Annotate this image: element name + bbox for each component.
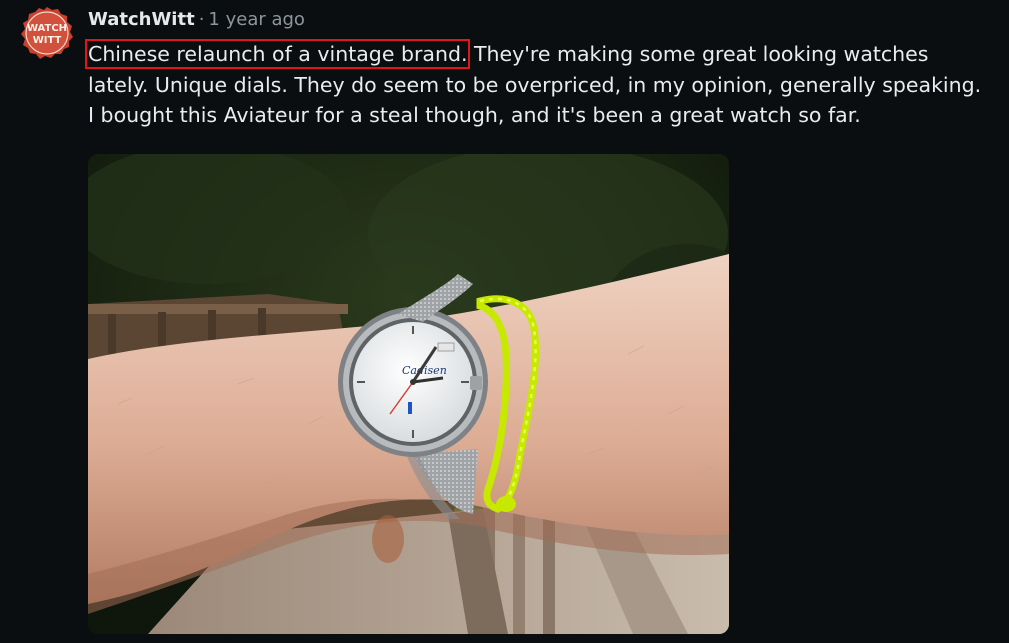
comment-image[interactable]: Cadisen	[88, 154, 729, 634]
comment-header: WatchWitt · 1 year ago	[88, 8, 305, 32]
timestamp[interactable]: 1 year ago	[208, 9, 305, 30]
avatar-text-line1: WATCH	[27, 23, 67, 34]
highlighted-text: Chinese relaunch of a vintage brand.	[84, 39, 471, 69]
comment: WATCH WITT WatchWitt · 1 year ago Chinese …	[0, 0, 1009, 643]
meta-separator: ·	[198, 9, 205, 30]
watch-case: Cadisen	[338, 307, 488, 457]
wrist-watch-photo: Cadisen	[88, 154, 729, 634]
username-link[interactable]: WatchWitt	[88, 9, 195, 30]
watchwitt-logo-icon: WATCH WITT	[21, 7, 73, 59]
avatar-text-line2: WITT	[33, 35, 62, 46]
comment-body: Chinese relaunch of a vintage brand. The…	[84, 39, 988, 131]
avatar[interactable]: WATCH WITT	[20, 6, 74, 60]
